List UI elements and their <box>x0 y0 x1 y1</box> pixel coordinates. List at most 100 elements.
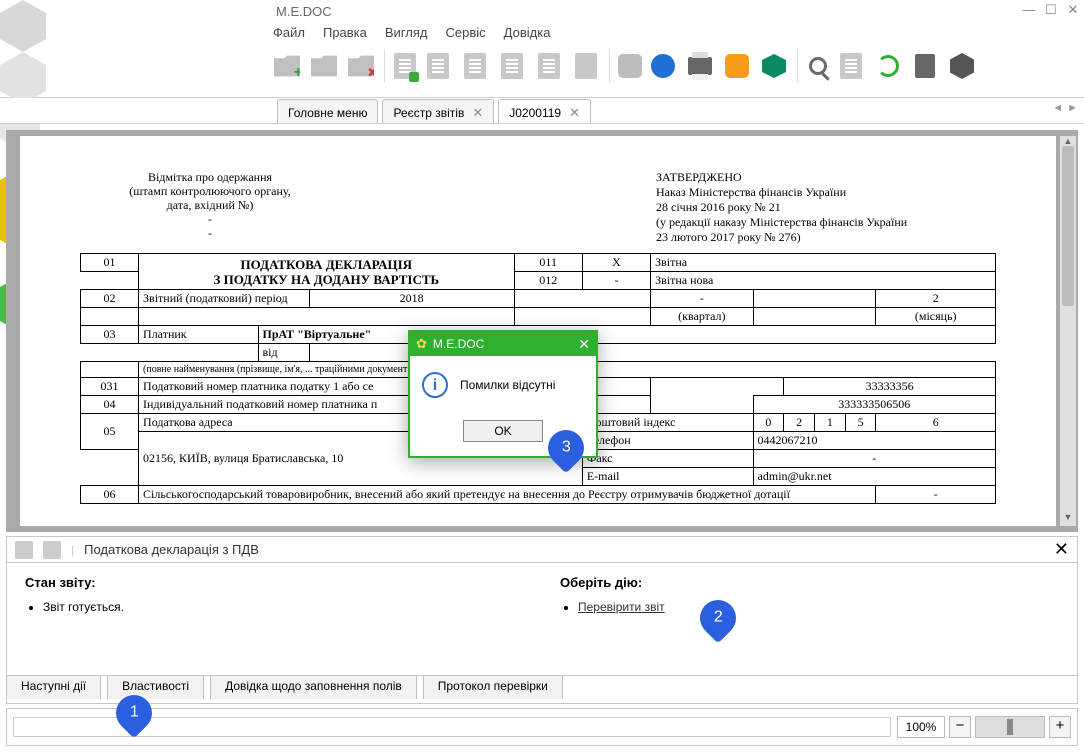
cell-fax-label: Факс <box>582 450 753 468</box>
document-viewport: Відмітка про одержання (штамп контролююч… <box>6 130 1078 532</box>
cloud-icon <box>618 54 642 78</box>
cell-fax-value[interactable]: - <box>753 450 995 468</box>
tool-cloud[interactable] <box>609 49 643 83</box>
tool-dark-hex[interactable] <box>945 49 979 83</box>
tool-doc2[interactable] <box>421 49 455 83</box>
menu-view[interactable]: Вигляд <box>382 23 431 42</box>
minimize-button[interactable]: — <box>1018 2 1040 20</box>
panel-header: | Податкова декларація з ПДВ ✕ <box>7 537 1077 563</box>
cell-row04: 04 <box>81 396 139 414</box>
zoom-value[interactable]: 100% <box>897 716 945 738</box>
tab-scroll-right[interactable]: ► <box>1067 102 1078 114</box>
menu-file[interactable]: Файл <box>270 23 308 42</box>
approved-line: (у редакції наказу Міністерства фінансів… <box>656 215 996 230</box>
title-bar: M.E.DOC — ☐ ✕ <box>270 0 1084 22</box>
close-icon[interactable]: ✕ <box>569 105 580 121</box>
cell-postindex-0[interactable]: 0 <box>753 414 784 432</box>
footer-bar: 100% − + <box>6 708 1078 746</box>
check-report-link[interactable]: Перевірити звіт <box>578 600 665 614</box>
form-title1: ПОДАТКОВА ДЕКЛАРАЦІЯ <box>143 257 510 272</box>
tab-scroll-left[interactable]: ◄ <box>1052 102 1063 114</box>
doc-icon <box>427 53 449 79</box>
approved-title: ЗАТВЕРДЖЕНО <box>656 170 996 185</box>
mail-icon <box>725 54 749 78</box>
tool-shield[interactable] <box>646 49 680 83</box>
folder-icon <box>311 53 337 79</box>
cell-ipn-value[interactable]: 333333506506 <box>753 396 995 414</box>
menu-edit[interactable]: Правка <box>320 23 370 42</box>
stamp-dash: - <box>80 226 340 240</box>
doc-grey-icon <box>575 53 597 79</box>
panel-tab-help[interactable]: Довідка щодо заповнення полів <box>210 676 417 699</box>
panel-tab-next[interactable]: Наступні дії <box>7 676 101 699</box>
stamp-line: дата, вхідний №) <box>80 198 340 212</box>
panel-icon-2[interactable] <box>43 541 61 559</box>
tool-doc5[interactable] <box>532 49 566 83</box>
cell-agri-value[interactable]: - <box>876 486 996 504</box>
cell-012x: - <box>582 272 650 290</box>
folder-x-icon <box>348 53 374 79</box>
scroll-down-icon[interactable]: ▼ <box>1060 512 1076 526</box>
scroll-thumb[interactable] <box>1062 146 1074 306</box>
tab-j0200119[interactable]: J0200119✕ <box>498 99 591 123</box>
tool-green-hex[interactable] <box>757 49 791 83</box>
tool-open-folder[interactable] <box>307 49 341 83</box>
tool-page[interactable] <box>834 49 868 83</box>
dialog-title-bar[interactable]: ✿ M.E.DOC ✕ <box>410 332 596 356</box>
tool-doc6[interactable] <box>569 49 603 83</box>
vertical-scrollbar[interactable]: ▲ ▼ <box>1060 136 1076 526</box>
tool-refresh[interactable] <box>871 49 905 83</box>
toolbar <box>270 46 1076 86</box>
cell-payer-label: Платник <box>139 326 258 344</box>
cell-quarter[interactable]: - <box>651 290 753 308</box>
cell-month[interactable]: 2 <box>876 290 996 308</box>
form-title2: З ПОДАТКУ НА ДОДАНУ ВАРТІСТЬ <box>143 272 510 287</box>
ok-button[interactable]: OK <box>463 420 543 442</box>
tool-doc4[interactable] <box>495 49 529 83</box>
cell-email-value[interactable]: admin@ukr.net <box>753 468 995 486</box>
menu-help[interactable]: Довідка <box>501 23 554 42</box>
menu-service[interactable]: Сервіс <box>443 23 489 42</box>
stamp-title: Відмітка про одержання <box>80 170 340 184</box>
tool-doc1[interactable] <box>384 49 418 83</box>
zoom-controls: 100% − + <box>897 716 1077 738</box>
panel-icon-1[interactable] <box>15 541 33 559</box>
tool-delete-folder[interactable] <box>344 49 378 83</box>
doc-icon <box>501 53 523 79</box>
calculator-icon <box>915 54 935 78</box>
cell-payer-name[interactable]: ПрАТ "Віртуальне" <box>258 326 995 344</box>
tool-mail[interactable] <box>720 49 754 83</box>
close-icon[interactable]: ✕ <box>472 105 483 121</box>
tool-doc3[interactable] <box>458 49 492 83</box>
tool-print[interactable] <box>683 49 717 83</box>
cell-postindex-2[interactable]: 1 <box>814 414 845 432</box>
maximize-button[interactable]: ☐ <box>1040 2 1062 20</box>
tool-new-folder[interactable] <box>270 49 304 83</box>
cell-taxnum-value[interactable]: 33333356 <box>784 378 996 396</box>
cell-postindex-3[interactable]: 5 <box>845 414 876 432</box>
approved-block: ЗАТВЕРДЖЕНО Наказ Міністерства фінансів … <box>656 170 996 245</box>
dialog-title: M.E.DOC <box>433 337 484 351</box>
hex-dark-icon <box>950 53 974 79</box>
panel-tabs: Наступні дії Властивості Довідка щодо за… <box>7 675 1077 699</box>
zoom-slider[interactable] <box>975 716 1045 738</box>
panel-tab-props[interactable]: Властивості <box>107 676 204 699</box>
close-button[interactable]: ✕ <box>1062 2 1084 20</box>
cell-012: 012 <box>514 272 582 290</box>
printer-icon <box>688 57 712 75</box>
tool-calc[interactable] <box>908 49 942 83</box>
tool-search[interactable] <box>797 49 831 83</box>
cell-postindex-1[interactable]: 2 <box>784 414 815 432</box>
cell-tel-value[interactable]: 0442067210 <box>753 432 995 450</box>
zoom-in-button[interactable]: + <box>1049 716 1071 738</box>
cell-month-label: (місяць) <box>876 308 996 326</box>
panel-close-icon[interactable]: ✕ <box>1054 539 1069 560</box>
cell-email-label: E-mail <box>582 468 753 486</box>
tab-registry[interactable]: Реєстр звітів✕ <box>382 99 494 123</box>
zoom-out-button[interactable]: − <box>949 716 971 738</box>
dialog-close-icon[interactable]: ✕ <box>578 336 590 353</box>
panel-tab-protocol[interactable]: Протокол перевірки <box>423 676 563 699</box>
cell-year[interactable]: 2018 <box>309 290 514 308</box>
cell-postindex-4[interactable]: 6 <box>876 414 996 432</box>
tab-home[interactable]: Головне меню <box>277 99 378 123</box>
